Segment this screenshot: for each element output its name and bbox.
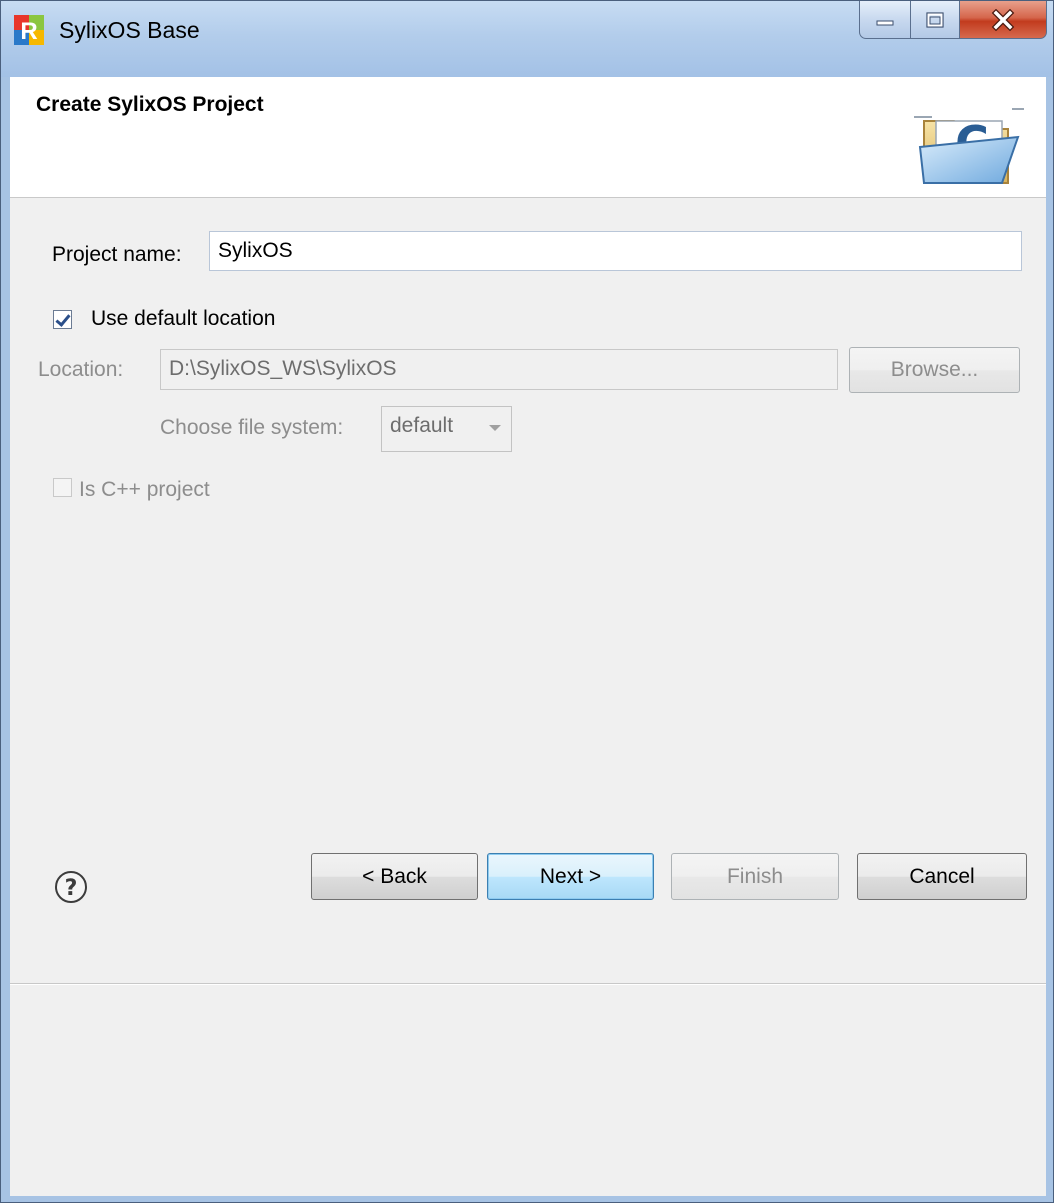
minimize-icon <box>876 20 894 25</box>
svg-text:R: R <box>20 18 37 45</box>
location-label: Location: <box>38 358 124 381</box>
svg-text:?: ? <box>65 876 78 901</box>
cancel-button[interactable]: Cancel <box>857 853 1027 900</box>
title-bar[interactable]: R SylixOS Base <box>1 1 1053 77</box>
use-default-location-label[interactable]: Use default location <box>91 307 275 331</box>
next-button[interactable]: Next > <box>487 853 654 900</box>
finish-button[interactable]: Finish <box>671 853 839 900</box>
location-input[interactable]: D:\SylixOS_WS\SylixOS <box>160 349 838 390</box>
dialog-window: R SylixOS Base Create SylixOS Project Pr… <box>0 0 1054 1203</box>
c-project-folder-icon: C <box>914 108 1024 184</box>
back-button[interactable]: < Back <box>311 853 478 900</box>
wizard-content: Project name: SylixOS Use default locati… <box>10 198 1046 1196</box>
help-icon[interactable]: ? <box>54 870 88 904</box>
ide-logo-icon: R <box>14 15 44 45</box>
file-system-select[interactable]: default <box>381 406 512 452</box>
wizard-page-title: Create SylixOS Project <box>36 93 264 116</box>
footer-divider <box>10 983 1046 985</box>
cpp-project-label[interactable]: Is C++ project <box>79 478 210 502</box>
project-name-label: Project name: <box>52 243 182 266</box>
browse-button[interactable]: Browse... <box>849 347 1020 393</box>
use-default-location-checkbox[interactable] <box>53 310 72 329</box>
maximize-icon <box>926 11 944 28</box>
cpp-project-checkbox[interactable] <box>53 478 72 497</box>
file-system-selected-value: default <box>390 414 454 437</box>
chevron-down-icon <box>489 425 501 431</box>
wizard-banner: Create SylixOS Project C <box>10 77 1046 198</box>
project-name-input[interactable]: SylixOS <box>209 231 1022 271</box>
minimize-button[interactable] <box>859 1 911 39</box>
window-title: SylixOS Base <box>59 17 200 43</box>
file-system-label: Choose file system: <box>160 416 344 439</box>
close-button[interactable] <box>959 1 1047 39</box>
maximize-button[interactable] <box>910 1 960 39</box>
close-icon <box>991 8 1015 31</box>
